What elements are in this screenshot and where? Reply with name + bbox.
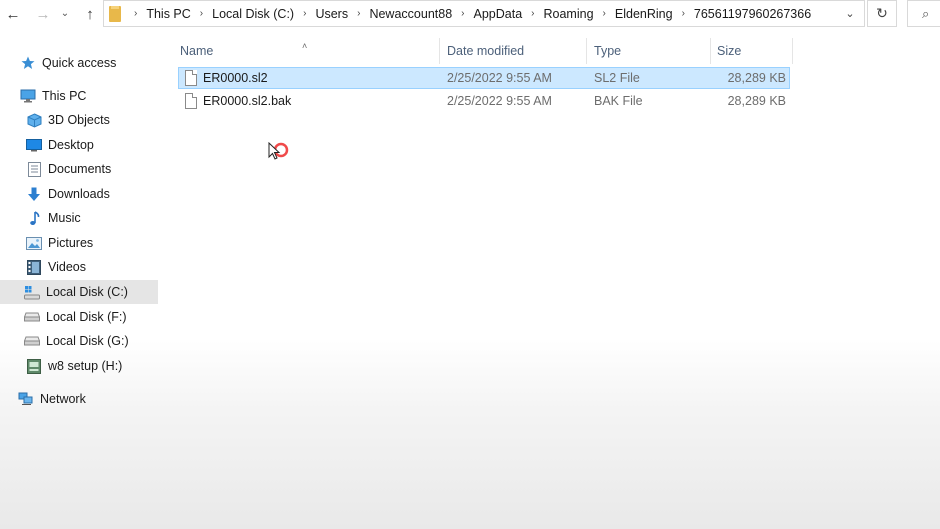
column-header-name[interactable]: ˄ Name <box>162 38 440 64</box>
breadcrumb-separator[interactable]: › <box>191 8 212 19</box>
address-bar[interactable]: › This PC › Local Disk (C:) › Users › Ne… <box>103 0 865 27</box>
sidebar-item-3d-objects[interactable]: 3D Objects <box>0 108 158 132</box>
sidebar-item-quick-access[interactable]: Quick access <box>0 51 158 75</box>
music-icon <box>26 210 42 226</box>
sidebar-item-this-pc[interactable]: This PC <box>0 84 158 108</box>
desktop-icon <box>26 137 42 153</box>
breadcrumb-separator[interactable]: › <box>594 8 615 19</box>
refresh-icon: ↻ <box>876 5 888 21</box>
file-name: ER0000.sl2 <box>203 71 268 85</box>
file-icon <box>185 70 197 86</box>
address-history-button[interactable]: ⌄ <box>836 1 864 26</box>
videos-icon <box>26 259 42 275</box>
sidebar-item-music[interactable]: Music <box>0 206 158 230</box>
breadcrumb-separator[interactable]: › <box>294 8 315 19</box>
breadcrumb-eldenring[interactable]: EldenRing <box>615 7 673 21</box>
folder-icon <box>109 5 121 22</box>
file-date-modified: 2/25/2022 9:55 AM <box>447 71 552 85</box>
column-header-label: Size <box>717 44 742 58</box>
breadcrumb-steam-id-folder[interactable]: 76561197960267366 <box>694 7 811 21</box>
search-icon: ⌕ <box>922 5 930 21</box>
sidebar-item-label: This PC <box>42 89 87 103</box>
drive-icon <box>24 333 40 349</box>
column-header-label: Type <box>594 44 622 58</box>
sidebar-item-label: Desktop <box>48 138 94 152</box>
sidebar-item-local-disk-c[interactable]: Local Disk (C:) <box>0 280 158 304</box>
sidebar-item-local-disk-f[interactable]: Local Disk (F:) <box>0 305 158 329</box>
recent-locations-button[interactable]: ⌄ <box>57 3 73 25</box>
breadcrumb-local-disk-c[interactable]: Local Disk (C:) <box>212 7 294 21</box>
breadcrumb-roaming[interactable]: Roaming <box>544 7 594 21</box>
back-arrow-icon: ← <box>5 5 21 23</box>
back-button[interactable]: ← <box>2 3 24 25</box>
column-header-label: Name <box>180 44 214 58</box>
sidebar-item-w8-setup-h[interactable]: w8 setup (H:) <box>0 354 158 378</box>
sidebar-item-desktop[interactable]: Desktop <box>0 133 158 157</box>
file-row[interactable]: ER0000.sl2.bak 2/25/2022 9:55 AM BAK Fil… <box>178 90 790 112</box>
sort-ascending-icon: ˄ <box>302 41 308 51</box>
sidebar-item-label: Music <box>48 211 81 225</box>
file-list-view: ˄ Name Date modified Type Size ER0000.sl… <box>162 28 940 529</box>
mouse-cursor-icon <box>268 141 289 162</box>
column-header-label: Date modified <box>447 44 525 58</box>
sidebar-item-label: Downloads <box>48 187 110 201</box>
breadcrumb-separator[interactable]: › <box>125 8 146 19</box>
breadcrumb-users[interactable]: Users <box>315 7 348 21</box>
navigation-bar: ← → ⌄ ↑ › This PC › Local Disk (C:) › Us… <box>0 0 940 28</box>
file-type: BAK File <box>594 94 643 108</box>
forward-button[interactable]: → <box>32 3 54 25</box>
breadcrumb-separator[interactable]: › <box>522 8 543 19</box>
sidebar-item-label: w8 setup (H:) <box>48 359 123 373</box>
sidebar-item-label: Local Disk (G:) <box>46 334 129 348</box>
sidebar-item-label: Local Disk (C:) <box>46 285 128 299</box>
navigation-pane: Quick access This PC 3D Objects Desktop … <box>0 28 160 529</box>
search-input[interactable]: ⌕ <box>907 0 940 27</box>
chevron-down-icon: ⌄ <box>845 8 855 20</box>
column-header-date-modified[interactable]: Date modified <box>440 38 587 64</box>
breadcrumb-this-pc[interactable]: This PC <box>146 7 190 21</box>
file-date-modified: 2/25/2022 9:55 AM <box>447 94 552 108</box>
forward-arrow-icon: → <box>35 5 51 23</box>
breadcrumb-separator[interactable]: › <box>673 8 694 19</box>
star-icon <box>20 55 36 71</box>
sidebar-item-documents[interactable]: Documents <box>0 157 158 181</box>
pictures-icon <box>26 235 42 251</box>
drive-icon <box>24 309 40 325</box>
sidebar-item-label: Pictures <box>48 236 94 250</box>
sidebar-item-pictures[interactable]: Pictures <box>0 231 158 255</box>
file-icon <box>185 93 197 109</box>
file-size: 28,289 KB <box>727 94 786 108</box>
windows-drive-icon <box>24 284 40 300</box>
chevron-down-icon: ⌄ <box>60 8 70 19</box>
file-size: 28,289 KB <box>727 71 786 85</box>
documents-icon <box>26 161 42 177</box>
breadcrumb-newaccount88[interactable]: Newaccount88 <box>369 7 452 21</box>
sidebar-item-downloads[interactable]: Downloads <box>0 182 158 206</box>
file-row[interactable]: ER0000.sl2 2/25/2022 9:55 AM SL2 File 28… <box>178 67 790 89</box>
file-name: ER0000.sl2.bak <box>203 94 292 108</box>
breadcrumb-appdata[interactable]: AppData <box>474 7 523 21</box>
sidebar-item-local-disk-g[interactable]: Local Disk (G:) <box>0 329 158 353</box>
network-icon <box>18 391 34 407</box>
sidebar-item-network[interactable]: Network <box>0 387 158 411</box>
pc-icon <box>20 88 36 104</box>
downloads-icon <box>26 186 42 202</box>
up-arrow-icon: ↑ <box>86 5 94 23</box>
sidebar-item-label: Documents <box>48 162 112 176</box>
setup-drive-icon <box>26 358 42 374</box>
up-button[interactable]: ↑ <box>79 3 101 25</box>
column-header-type[interactable]: Type <box>587 38 711 64</box>
sidebar-item-label: Quick access <box>42 56 117 70</box>
column-header-size[interactable]: Size <box>711 38 793 64</box>
breadcrumb-separator[interactable]: › <box>452 8 473 19</box>
file-type: SL2 File <box>594 71 640 85</box>
3d-objects-icon <box>26 112 42 128</box>
sidebar-item-label: 3D Objects <box>48 113 110 127</box>
sidebar-item-label: Network <box>40 392 86 406</box>
sidebar-item-label: Videos <box>48 260 86 274</box>
sidebar-item-label: Local Disk (F:) <box>46 310 127 324</box>
sidebar-item-videos[interactable]: Videos <box>0 255 158 279</box>
refresh-button[interactable]: ↻ <box>867 0 897 27</box>
breadcrumb-separator[interactable]: › <box>348 8 369 19</box>
